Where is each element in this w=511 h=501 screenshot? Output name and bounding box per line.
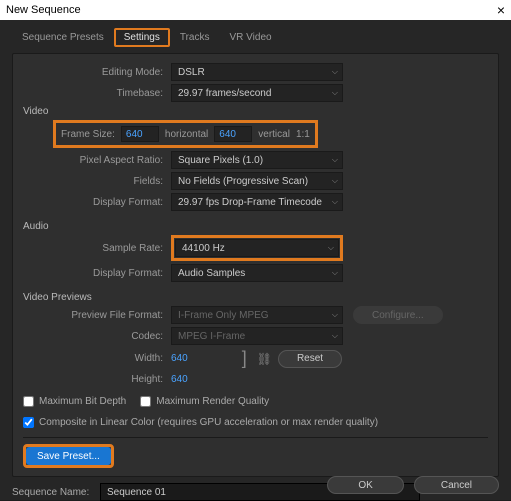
tab-sequence-presets[interactable]: Sequence Presets — [12, 28, 114, 47]
dialog-body: Sequence Presets Settings Tracks VR Vide… — [0, 20, 511, 500]
chevron-down-icon: ⌵ — [332, 67, 338, 77]
fields-dropdown[interactable]: No Fields (Progressive Scan)⌵ — [171, 172, 343, 190]
composite-linear-checkbox[interactable]: Composite in Linear Color (requires GPU … — [23, 417, 378, 428]
chevron-down-icon: ⌵ — [332, 268, 338, 278]
bracket-icon: ] — [242, 348, 247, 369]
window-title: New Sequence — [6, 4, 81, 16]
tab-bar: Sequence Presets Settings Tracks VR Vide… — [12, 28, 499, 47]
preview-height-value[interactable]: 640 — [171, 374, 188, 385]
timebase-label: Timebase: — [23, 88, 171, 99]
preview-format-dropdown: I-Frame Only MPEG⌵ — [171, 306, 343, 324]
fields-label: Fields: — [23, 176, 171, 187]
separator — [23, 437, 488, 438]
audio-display-format-dropdown[interactable]: Audio Samples⌵ — [171, 264, 343, 282]
max-render-quality-checkbox[interactable]: Maximum Render Quality — [140, 396, 269, 407]
highlight-settings-tab: Settings — [114, 28, 170, 47]
chevron-down-icon: ⌵ — [332, 88, 338, 98]
chevron-down-icon: ⌵ — [332, 197, 338, 207]
highlight-save-preset: Save Preset... — [23, 444, 114, 468]
codec-dropdown: MPEG I-Frame⌵ — [171, 327, 343, 345]
max-bit-depth-checkbox[interactable]: Maximum Bit Depth — [23, 396, 126, 407]
preview-format-label: Preview File Format: — [23, 310, 171, 321]
preview-width-label: Width: — [23, 353, 171, 364]
par-label: Pixel Aspect Ratio: — [23, 155, 171, 166]
chevron-down-icon: ⌵ — [332, 176, 338, 186]
editing-mode-label: Editing Mode: — [23, 67, 171, 78]
tab-vr-video[interactable]: VR Video — [220, 28, 282, 47]
preview-height-label: Height: — [23, 374, 171, 385]
audio-display-format-label: Display Format: — [23, 268, 171, 279]
framesize-label: Frame Size: — [61, 129, 115, 140]
editing-mode-dropdown[interactable]: DSLR⌵ — [171, 63, 343, 81]
framesize-ratio: 1:1 — [296, 129, 310, 140]
video-heading: Video — [23, 106, 488, 117]
framesize-width-input[interactable]: 640 — [121, 126, 159, 142]
tab-tracks[interactable]: Tracks — [170, 28, 220, 47]
footer-buttons: OK Cancel — [327, 476, 499, 494]
ok-button[interactable]: OK — [327, 476, 403, 494]
chevron-down-icon: ⌵ — [332, 310, 338, 320]
framesize-vertical-label: vertical — [258, 129, 290, 140]
sample-rate-dropdown[interactable]: 44100 Hz⌵ — [175, 239, 339, 257]
preview-width-value[interactable]: 640 — [171, 353, 188, 364]
sample-rate-label: Sample Rate: — [23, 243, 171, 254]
save-preset-button[interactable]: Save Preset... — [26, 447, 111, 465]
cancel-button[interactable]: Cancel — [414, 476, 499, 494]
chevron-down-icon: ⌵ — [328, 243, 334, 253]
highlight-sample-rate: 44100 Hz⌵ — [171, 235, 343, 261]
framesize-height-input[interactable]: 640 — [214, 126, 252, 142]
framesize-horizontal-label: horizontal — [165, 129, 208, 140]
close-icon[interactable]: × — [497, 2, 505, 18]
chevron-down-icon: ⌵ — [332, 331, 338, 341]
video-display-format-label: Display Format: — [23, 197, 171, 208]
audio-heading: Audio — [23, 221, 488, 232]
titlebar: New Sequence × — [0, 0, 511, 20]
timebase-dropdown[interactable]: 29.97 frames/second⌵ — [171, 84, 343, 102]
sequence-name-label: Sequence Name: — [12, 487, 100, 498]
reset-button[interactable]: Reset — [278, 350, 342, 368]
previews-heading: Video Previews — [23, 292, 488, 303]
link-icon[interactable]: ⛓ — [257, 352, 272, 366]
configure-button: Configure... — [353, 306, 443, 324]
codec-label: Codec: — [23, 331, 171, 342]
main-panel: Editing Mode: DSLR⌵ Timebase: 29.97 fram… — [12, 53, 499, 477]
video-display-format-dropdown[interactable]: 29.97 fps Drop-Frame Timecode⌵ — [171, 193, 343, 211]
tab-settings[interactable]: Settings — [124, 32, 160, 43]
chevron-down-icon: ⌵ — [332, 155, 338, 165]
highlight-framesize: Frame Size: 640 horizontal 640 vertical … — [53, 120, 318, 148]
par-dropdown[interactable]: Square Pixels (1.0)⌵ — [171, 151, 343, 169]
